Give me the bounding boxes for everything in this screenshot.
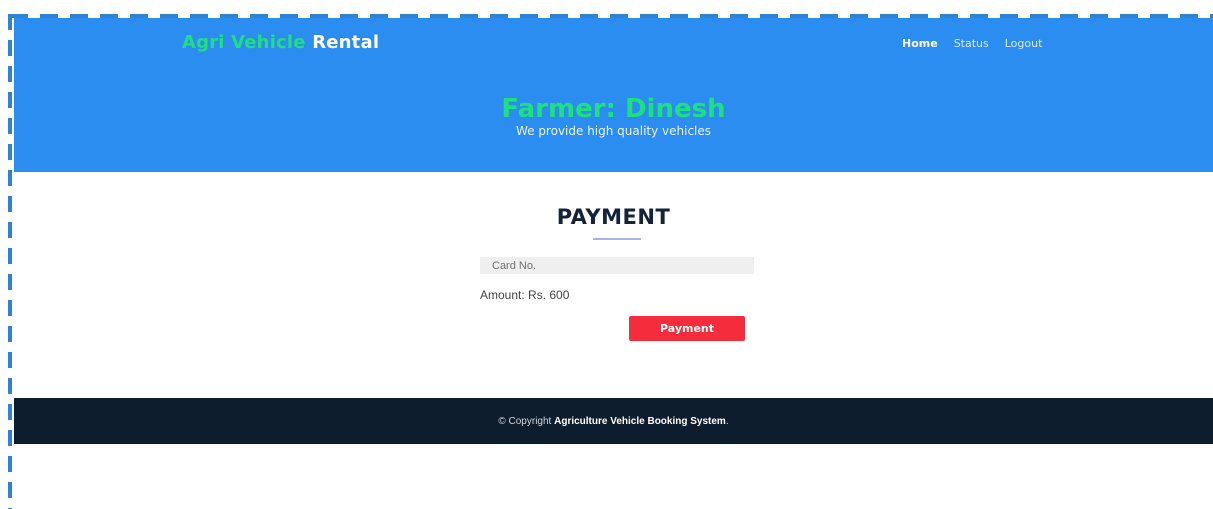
brand-logo[interactable]: Agri Vehicle Rental xyxy=(182,32,379,53)
brand-name-part1: Agri Vehicle xyxy=(182,32,306,53)
farmer-greeting: Farmer: Dinesh xyxy=(501,94,726,124)
nav-status-link[interactable]: Status xyxy=(954,37,989,50)
nav-home-link[interactable]: Home xyxy=(902,37,938,50)
hero-subtitle: We provide high quality vehicles xyxy=(515,124,712,138)
copyright-prefix: © Copyright xyxy=(498,415,555,427)
selection-frame-left xyxy=(8,14,12,509)
copyright-text: © Copyright Agriculture Vehicle Booking … xyxy=(498,416,728,427)
copyright-suffix: . xyxy=(725,415,729,427)
brand-name-part2: Rental xyxy=(312,32,380,53)
title-underline-divider xyxy=(593,238,641,240)
nav-logout-link[interactable]: Logout xyxy=(1005,37,1043,50)
amount-label: Amount: Rs. 600 xyxy=(480,288,570,302)
hero-banner: Farmer: Dinesh We provide high quality v… xyxy=(14,94,1213,138)
site-header: Agri Vehicle Rental Home Status Logout F… xyxy=(14,18,1213,172)
main-nav: Home Status Logout xyxy=(902,37,1042,50)
card-number-input[interactable] xyxy=(480,257,754,274)
payment-button[interactable]: Payment xyxy=(629,316,745,341)
payment-title: PAYMENT xyxy=(556,205,671,229)
site-footer: © Copyright Agriculture Vehicle Booking … xyxy=(14,398,1213,444)
copyright-org: Agriculture Vehicle Booking System xyxy=(554,415,726,427)
